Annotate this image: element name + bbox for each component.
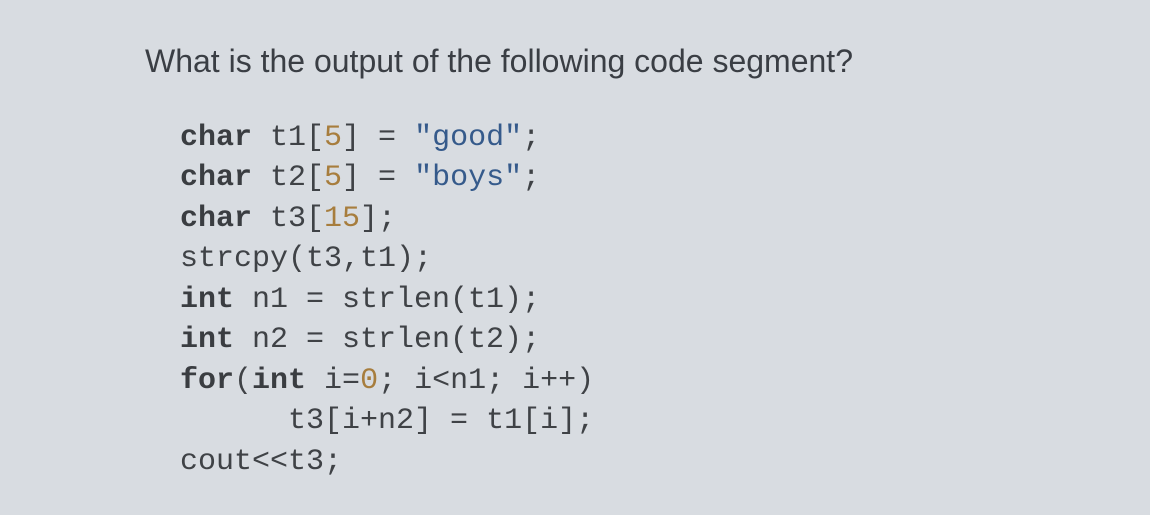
code-line-1: char t1[5] = "good"; bbox=[180, 121, 540, 155]
code-line-2: char t2[5] = "boys"; bbox=[180, 161, 540, 195]
keyword-char: char bbox=[180, 121, 252, 155]
content-container: What is the output of the following code… bbox=[0, 33, 853, 483]
keyword-int: int bbox=[180, 323, 234, 357]
code-line-4: strcpy(t3,t1); bbox=[180, 242, 432, 276]
code-line-9: cout<<t3; bbox=[180, 445, 342, 479]
code-line-5: int n1 = strlen(t1); bbox=[180, 283, 540, 317]
keyword-int: int bbox=[252, 364, 306, 398]
code-line-8: t3[i+n2] = t1[i]; bbox=[180, 404, 594, 438]
code-line-3: char t3[15]; bbox=[180, 202, 396, 236]
keyword-int: int bbox=[180, 283, 234, 317]
code-block: char t1[5] = "good"; char t2[5] = "boys"… bbox=[145, 118, 853, 483]
keyword-char: char bbox=[180, 202, 252, 236]
question-text: What is the output of the following code… bbox=[145, 43, 853, 80]
code-line-7: for(int i=0; i<n1; i++) bbox=[180, 364, 594, 398]
keyword-for: for bbox=[180, 364, 234, 398]
keyword-char: char bbox=[180, 161, 252, 195]
code-line-6: int n2 = strlen(t2); bbox=[180, 323, 540, 357]
